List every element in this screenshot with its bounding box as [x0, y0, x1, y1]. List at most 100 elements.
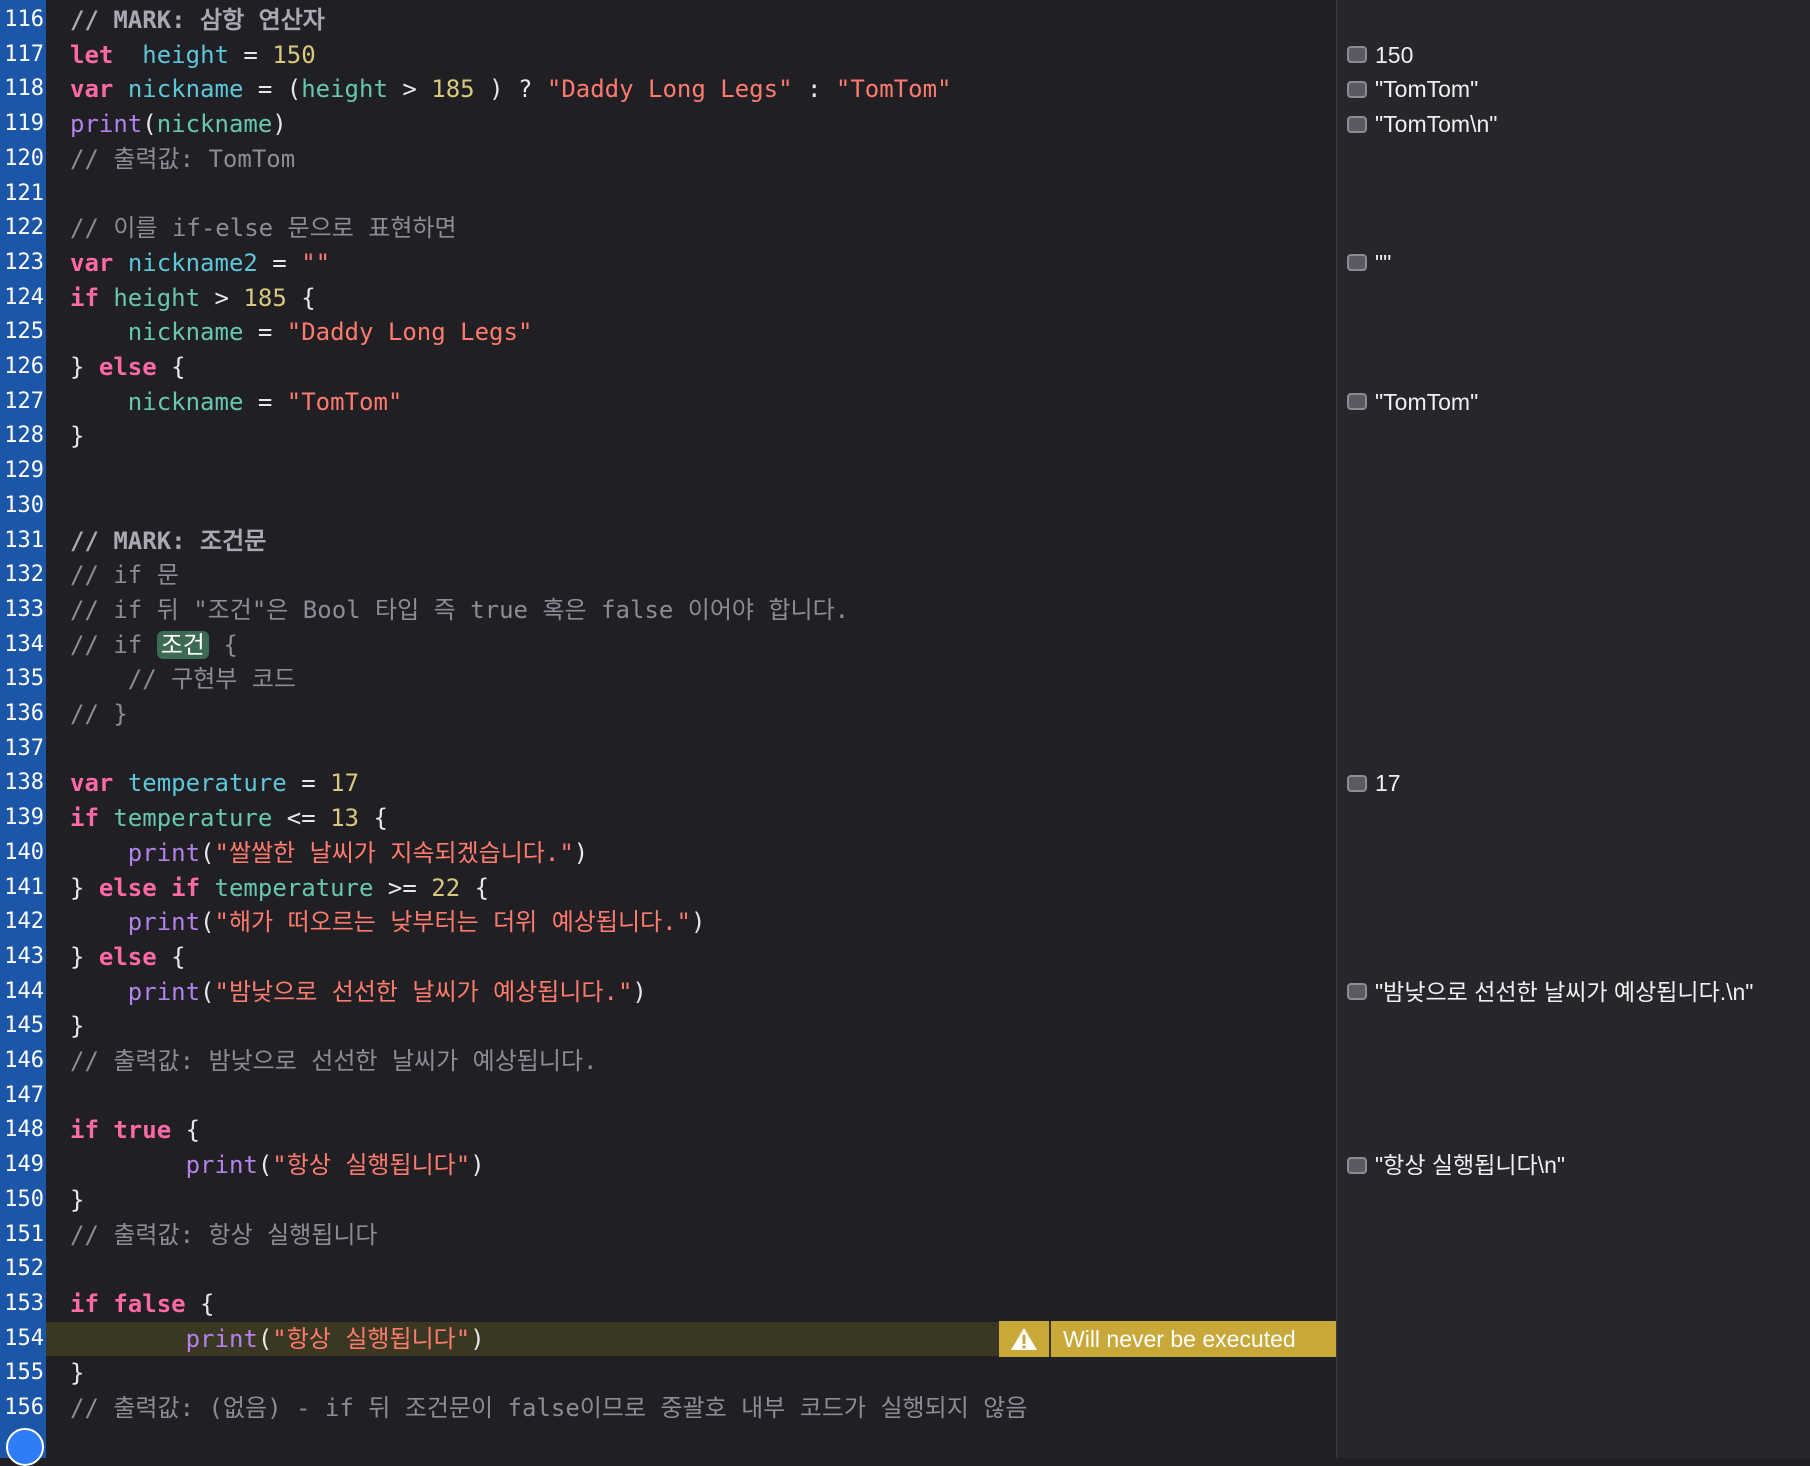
code-line[interactable]: print("항상 실행됩니다") — [70, 1148, 485, 1182]
quick-look-icon[interactable] — [1347, 115, 1367, 133]
result-item[interactable]: 17 — [1347, 766, 1401, 800]
quick-look-icon[interactable] — [1347, 393, 1367, 411]
code-line[interactable]: } else { — [70, 350, 186, 384]
warning-text: Will never be executed — [1051, 1320, 1336, 1357]
code-line[interactable]: // } — [70, 697, 128, 731]
result-text: "TomTom" — [1375, 388, 1479, 415]
line-number: 123 — [4, 249, 44, 275]
result-text: 150 — [1375, 41, 1414, 68]
code-line[interactable]: var nickname2 = "" — [70, 246, 330, 280]
code-line[interactable]: // MARK: 조건문 — [70, 524, 266, 558]
line-number: 116 — [4, 7, 44, 32]
code-line[interactable]: } — [70, 1009, 84, 1043]
line-number: 149 — [4, 1152, 44, 1178]
line-number: 154 — [4, 1325, 44, 1351]
code-line[interactable]: var nickname = (height > 185 ) ? "Daddy … — [70, 72, 951, 106]
line-number: 142 — [4, 909, 44, 935]
code-line[interactable]: } else { — [70, 940, 186, 974]
run-button[interactable] — [6, 1428, 44, 1466]
result-text: "항상 실행됩니다\n" — [1375, 1152, 1566, 1179]
result-item[interactable]: "항상 실행됩니다\n" — [1347, 1148, 1565, 1182]
code-line[interactable]: print("쌀쌀한 날씨가 지속되겠습니다.") — [70, 836, 588, 870]
line-number: 151 — [4, 1221, 44, 1247]
line-number: 131 — [4, 527, 44, 553]
code-line[interactable]: // 이를 if-else 문으로 표현하면 — [70, 211, 457, 245]
result-text: "TomTom\n" — [1375, 111, 1498, 138]
line-number: 122 — [4, 215, 44, 241]
line-number: 119 — [4, 111, 44, 137]
line-number: 148 — [4, 1117, 44, 1143]
code-line[interactable]: // if 뒤 "조건"은 Bool 타입 즉 true 혹은 false 이어… — [70, 593, 849, 627]
line-number: 136 — [4, 701, 44, 726]
line-number: 145 — [4, 1013, 44, 1039]
result-item[interactable]: "TomTom" — [1347, 72, 1478, 106]
line-number: 124 — [4, 284, 44, 310]
code-line[interactable]: // 출력값: 항상 실행됩니다 — [70, 1218, 378, 1252]
code-line[interactable]: // 출력값: TomTom — [70, 142, 295, 176]
line-number: 137 — [4, 735, 44, 761]
line-number: 121 — [4, 180, 44, 206]
line-number: 138 — [4, 770, 44, 796]
code-line[interactable]: print("항상 실행됩니다") — [70, 1322, 485, 1356]
line-number: 150 — [4, 1186, 44, 1212]
line-number: 125 — [4, 319, 44, 345]
code-line[interactable]: var temperature = 17 — [70, 766, 359, 800]
line-number: 140 — [4, 839, 44, 865]
code-editor[interactable]: // MARK: 삼항 연산자 let height = 150 var nickn… — [46, 0, 1336, 1458]
line-number: 129 — [4, 458, 44, 484]
line-number: 130 — [4, 492, 44, 518]
result-text: "밤낮으로 선선한 날씨가 예상됩니다.\n" — [1375, 978, 1754, 1005]
code-line[interactable]: } else if temperature >= 22 { — [70, 871, 489, 905]
line-number: 155 — [4, 1360, 44, 1386]
result-item[interactable]: "TomTom" — [1347, 385, 1478, 419]
line-number: 126 — [4, 354, 44, 379]
code-line[interactable]: } — [70, 419, 84, 453]
line-number: 141 — [4, 874, 44, 900]
line-number: 127 — [4, 388, 44, 414]
code-line[interactable]: if temperature <= 13 { — [70, 801, 388, 835]
code-line[interactable]: } — [70, 1183, 84, 1217]
code-line[interactable]: // 출력값: (없음) - if 뒤 조건문이 false이므로 중괄호 내부… — [70, 1391, 1027, 1425]
code-line[interactable]: nickname = "TomTom" — [70, 385, 403, 419]
code-line[interactable]: print(nickname) — [70, 107, 287, 141]
quick-look-icon[interactable] — [1347, 80, 1367, 98]
line-number: 143 — [4, 943, 44, 969]
quick-look-icon[interactable] — [1347, 983, 1367, 1001]
code-line[interactable]: // if 문 — [70, 558, 179, 592]
line-number: 132 — [4, 562, 44, 588]
code-line[interactable]: nickname = "Daddy Long Legs" — [70, 315, 533, 349]
result-text: 17 — [1375, 770, 1401, 797]
code-line[interactable]: // 출력값: 밤낮으로 선선한 날씨가 예상됩니다. — [70, 1044, 597, 1078]
code-line[interactable]: if height > 185 { — [70, 281, 316, 315]
code-line[interactable]: // 구현부 코드 — [70, 662, 296, 696]
result-item[interactable]: "밤낮으로 선선한 날씨가 예상됩니다.\n" — [1347, 975, 1753, 1009]
code-line[interactable]: if false { — [70, 1287, 215, 1321]
result-item[interactable]: 150 — [1347, 38, 1413, 72]
line-number: 152 — [4, 1256, 44, 1282]
line-number: 117 — [4, 41, 44, 67]
result-text: "TomTom" — [1375, 76, 1479, 103]
code-line[interactable]: // MARK: 삼항 연산자 — [70, 3, 325, 37]
result-item[interactable]: "TomTom\n" — [1347, 107, 1497, 141]
code-line[interactable]: print("밤낮으로 선선한 날씨가 예상됩니다.") — [70, 975, 647, 1009]
line-number: 120 — [4, 145, 44, 171]
warning-banner: Will never be executed — [999, 1320, 1336, 1357]
quick-look-icon[interactable] — [1347, 254, 1367, 272]
line-number: 139 — [4, 805, 44, 831]
code-line[interactable]: // if 조건 { — [70, 628, 238, 662]
code-line[interactable]: let height = 150 — [70, 38, 316, 72]
line-number: 144 — [4, 978, 44, 1004]
code-line[interactable]: if true { — [70, 1113, 200, 1147]
results-sidebar: 150 "TomTom" "TomTom\n" "" "TomTom" 17 "밤낮으로 선… — [1336, 0, 1810, 1458]
quick-look-icon[interactable] — [1347, 1156, 1367, 1174]
quick-look-icon[interactable] — [1347, 774, 1367, 792]
code-line[interactable]: print("해가 떠오르는 낮부터는 더위 예상됩니다.") — [70, 905, 706, 939]
code-line[interactable]: } — [70, 1356, 84, 1390]
result-item[interactable]: "" — [1347, 246, 1391, 280]
line-number: 128 — [4, 423, 44, 449]
line-number: 147 — [4, 1082, 44, 1108]
line-number: 146 — [4, 1048, 44, 1073]
quick-look-icon[interactable] — [1347, 46, 1367, 64]
line-number: 153 — [4, 1290, 44, 1316]
result-text: "" — [1375, 249, 1392, 276]
